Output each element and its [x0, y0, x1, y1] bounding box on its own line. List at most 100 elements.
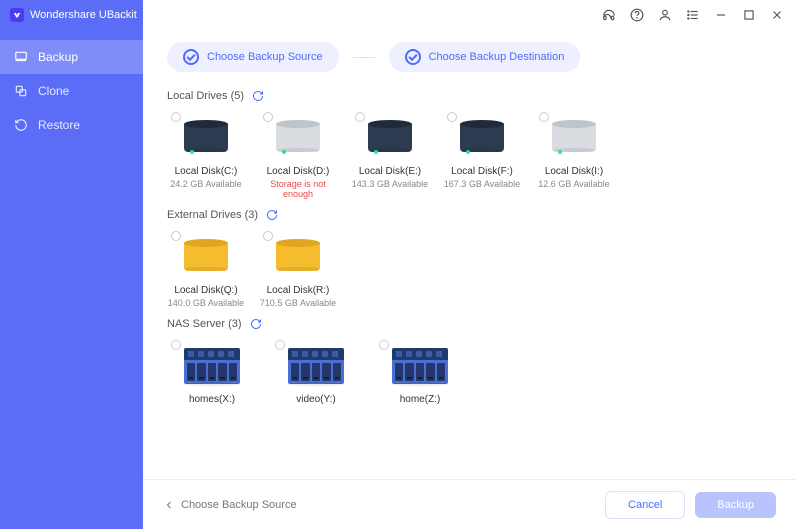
chevron-left-icon	[163, 499, 175, 511]
drive-sub: 12.6 GB Available	[538, 179, 609, 189]
radio-icon[interactable]	[379, 340, 389, 350]
check-icon	[183, 49, 199, 65]
drive-name: Local Disk(I:)	[545, 166, 603, 177]
drive-name: Local Disk(C:)	[175, 166, 238, 177]
close-icon[interactable]	[770, 8, 784, 22]
step-divider	[353, 57, 375, 58]
footer: Choose Backup Source Cancel Backup	[143, 479, 796, 529]
drive-list-local: Local Disk(C:) 24.2 GB Available Local D…	[167, 112, 772, 199]
account-icon[interactable]	[658, 8, 672, 22]
sidebar-item-clone[interactable]: Clone	[0, 74, 143, 108]
section-title: Local Drives (5)	[167, 90, 244, 102]
step-label: Choose Backup Destination	[429, 51, 565, 63]
drive-item[interactable]: homes(X:)	[167, 340, 257, 405]
step-source[interactable]: Choose Backup Source	[167, 42, 339, 72]
help-icon[interactable]	[630, 8, 644, 22]
cancel-button[interactable]: Cancel	[605, 491, 685, 519]
drive-item[interactable]: home(Z:)	[375, 340, 465, 405]
hdd-icon	[552, 120, 596, 156]
support-icon[interactable]	[602, 8, 616, 22]
drive-item[interactable]: video(Y:)	[271, 340, 361, 405]
radio-icon[interactable]	[171, 231, 181, 241]
app-title: Wondershare UBackit	[30, 9, 137, 21]
sidebar-item-label: Clone	[38, 84, 69, 98]
hdd-icon	[368, 120, 412, 156]
hdd-icon	[460, 120, 504, 156]
sidebar-item-label: Restore	[38, 118, 80, 132]
minimize-icon[interactable]	[714, 8, 728, 22]
radio-icon[interactable]	[275, 340, 285, 350]
titlebar: Wondershare UBackit	[0, 0, 796, 30]
drive-list-nas: homes(X:) video(Y:) home(Z:)	[167, 340, 772, 405]
app-brand: Wondershare UBackit	[0, 0, 143, 30]
drive-sub: Storage is not enough	[259, 179, 337, 199]
radio-icon[interactable]	[355, 112, 365, 122]
nas-icon	[392, 348, 448, 384]
app-logo-icon	[10, 8, 24, 22]
radio-icon[interactable]	[447, 112, 457, 122]
drive-item[interactable]: Local Disk(C:) 24.2 GB Available	[167, 112, 245, 199]
drive-name: video(Y:)	[296, 394, 335, 405]
section-header: External Drives (3)	[167, 209, 772, 221]
maximize-icon[interactable]	[742, 8, 756, 22]
drive-sub: 710.5 GB Available	[260, 298, 336, 308]
restore-icon	[14, 118, 28, 132]
drive-sub: 140.0 GB Available	[168, 298, 244, 308]
drive-item[interactable]: Local Disk(R:) 710.5 GB Available	[259, 231, 337, 308]
menu-icon[interactable]	[686, 8, 700, 22]
drive-sub: 24.2 GB Available	[170, 179, 241, 189]
backup-button[interactable]: Backup	[695, 492, 776, 518]
step-label: Choose Backup Source	[207, 51, 323, 63]
refresh-icon[interactable]	[250, 318, 262, 330]
radio-icon[interactable]	[263, 112, 273, 122]
drive-name: homes(X:)	[189, 394, 235, 405]
drive-item[interactable]: Local Disk(E:) 143.3 GB Available	[351, 112, 429, 199]
section-header: Local Drives (5)	[167, 90, 772, 102]
section-external-drives: External Drives (3) Local Disk(Q:) 140.0…	[167, 209, 772, 308]
drive-name: Local Disk(R:)	[267, 285, 330, 296]
section-header: NAS Server (3)	[167, 318, 772, 330]
refresh-icon[interactable]	[266, 209, 278, 221]
drive-item[interactable]: Local Disk(D:) Storage is not enough	[259, 112, 337, 199]
drive-item[interactable]: Local Disk(I:) 12.6 GB Available	[535, 112, 613, 199]
sidebar: Backup Clone Restore	[0, 30, 143, 529]
drive-list-external: Local Disk(Q:) 140.0 GB Available Local …	[167, 231, 772, 308]
nas-icon	[288, 348, 344, 384]
nas-icon	[184, 348, 240, 384]
content-area: Choose Backup Source Choose Backup Desti…	[143, 30, 796, 479]
drive-name: Local Disk(F:)	[451, 166, 513, 177]
drive-name: Local Disk(E:)	[359, 166, 421, 177]
radio-icon[interactable]	[263, 231, 273, 241]
drive-name: Local Disk(Q:)	[174, 285, 237, 296]
step-destination[interactable]: Choose Backup Destination	[389, 42, 581, 72]
radio-icon[interactable]	[171, 112, 181, 122]
section-title: External Drives (3)	[167, 209, 258, 221]
section-nas-server: NAS Server (3) homes(X:) video(Y:) home(…	[167, 318, 772, 405]
main: Choose Backup Source Choose Backup Desti…	[143, 30, 796, 529]
check-icon	[405, 49, 421, 65]
window-controls	[143, 8, 796, 22]
footer-back[interactable]: Choose Backup Source	[163, 499, 297, 511]
external-drive-icon	[184, 239, 228, 275]
radio-icon[interactable]	[171, 340, 181, 350]
drive-name: home(Z:)	[400, 394, 441, 405]
hdd-icon	[276, 120, 320, 156]
footer-back-label: Choose Backup Source	[181, 499, 297, 511]
sidebar-item-label: Backup	[38, 50, 78, 64]
drive-sub: 143.3 GB Available	[352, 179, 428, 189]
wizard-steps: Choose Backup Source Choose Backup Desti…	[167, 42, 772, 72]
drive-name: Local Disk(D:)	[267, 166, 330, 177]
backup-icon	[14, 50, 28, 64]
radio-icon[interactable]	[539, 112, 549, 122]
drive-item[interactable]: Local Disk(Q:) 140.0 GB Available	[167, 231, 245, 308]
hdd-icon	[184, 120, 228, 156]
section-local-drives: Local Drives (5) Local Disk(C:) 24.2 GB …	[167, 90, 772, 199]
sidebar-item-backup[interactable]: Backup	[0, 40, 143, 74]
drive-item[interactable]: Local Disk(F:) 167.3 GB Available	[443, 112, 521, 199]
external-drive-icon	[276, 239, 320, 275]
refresh-icon[interactable]	[252, 90, 264, 102]
drive-sub: 167.3 GB Available	[444, 179, 520, 189]
clone-icon	[14, 84, 28, 98]
section-title: NAS Server (3)	[167, 318, 242, 330]
sidebar-item-restore[interactable]: Restore	[0, 108, 143, 142]
